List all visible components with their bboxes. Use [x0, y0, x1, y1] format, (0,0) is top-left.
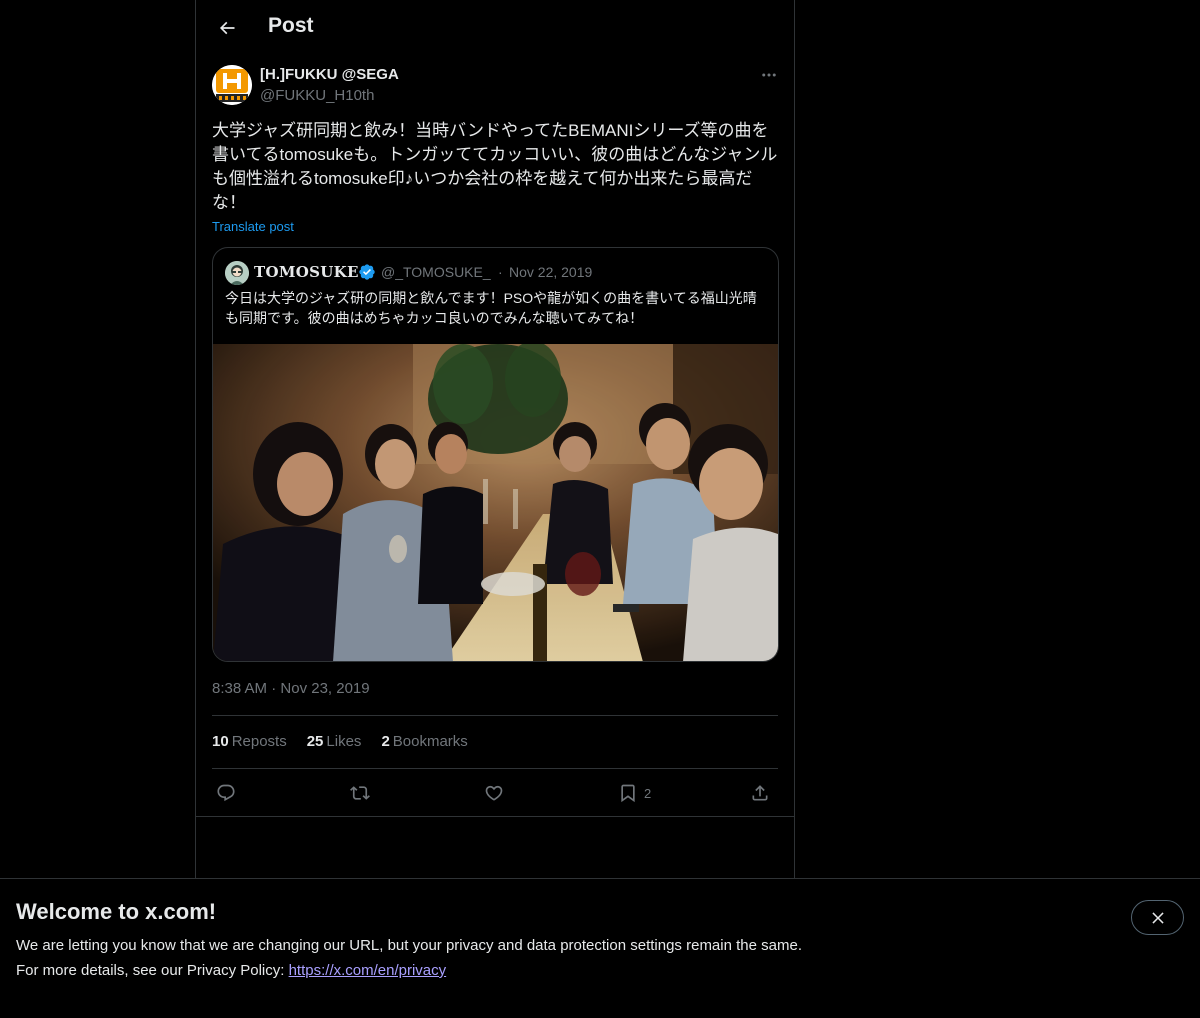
fukku-logo-icon — [212, 65, 252, 105]
likes-stat[interactable]: 25 Likes — [307, 733, 362, 750]
divider — [212, 715, 778, 716]
share-button[interactable] — [750, 778, 770, 808]
url-change-banner: Welcome to x.com! We are letting you kno… — [0, 878, 1200, 1018]
post-detail-column: Post [H.]FUKKU @SEGA @FUKKU_H10th 大学ジャズ研… — [195, 0, 795, 1018]
likes-label: Likes — [326, 733, 362, 750]
more-options-button[interactable] — [754, 64, 784, 86]
quote-author-avatar — [225, 261, 249, 285]
share-icon — [752, 785, 768, 801]
author-name[interactable]: [H.]FUKKU @SEGA — [260, 66, 399, 83]
divider — [196, 816, 794, 817]
heart-icon — [485, 785, 503, 801]
reply-icon — [217, 784, 235, 802]
quote-author-handle: @_TOMOSUKE_ — [381, 264, 491, 280]
quote-photo[interactable] — [213, 344, 778, 661]
translate-post-link[interactable]: Translate post — [212, 219, 294, 234]
arrow-left-icon — [219, 21, 235, 35]
post-timestamp[interactable]: 8:38 AM · Nov 23, 2019 — [212, 680, 370, 697]
bookmarks-label: Bookmarks — [392, 733, 468, 750]
author-handle[interactable]: @FUKKU_H10th — [260, 87, 374, 104]
quote-text: 今日は大学のジャズ研の同期と飲んでます！PSOや龍が如くの曲を書いてる福山光晴も… — [225, 290, 757, 326]
page-title: Post — [268, 14, 314, 37]
post-text: 大学ジャズ研同期と飲み！当時バンドやってたBEMANIシリーズ等の曲を書いてるt… — [212, 121, 778, 212]
banner-details-text: For more details, see our Privacy Policy… — [16, 962, 289, 979]
reposts-label: Reposts — [231, 733, 287, 750]
bookmarks-stat[interactable]: 2 Bookmarks — [381, 733, 467, 750]
timestamp-separator: · — [271, 680, 277, 697]
bookmark-icon — [621, 784, 635, 803]
banner-message: We are letting you know that we are chan… — [16, 937, 802, 954]
like-button[interactable] — [484, 778, 504, 808]
post-header: Post — [196, 0, 794, 55]
quote-date: Nov 22, 2019 — [509, 264, 593, 280]
verified-badge-icon — [359, 264, 375, 280]
divider — [212, 768, 778, 769]
reposts-stat[interactable]: 10 Reposts — [212, 733, 287, 750]
reposts-count: 10 — [212, 733, 229, 750]
quote-separator: · — [498, 264, 503, 280]
bookmarks-count: 2 — [381, 733, 390, 750]
bookmark-button[interactable]: 2 — [618, 778, 651, 808]
banner-close-button[interactable] — [1131, 900, 1184, 935]
post-date: Nov 23, 2019 — [280, 680, 370, 697]
quoted-post[interactable]: TOMOSUKE @_TOMOSUKE_ · Nov 22, 2019 今日は大… — [212, 247, 779, 662]
bookmark-count: 2 — [644, 785, 652, 801]
action-bar: 2 — [212, 778, 780, 808]
banner-title: Welcome to x.com! — [16, 899, 217, 924]
close-icon — [1151, 911, 1164, 924]
banner-details: For more details, see our Privacy Policy… — [16, 962, 446, 979]
post-time: 8:38 AM — [212, 680, 268, 697]
back-button[interactable] — [210, 11, 244, 45]
quote-author-name: TOMOSUKE — [254, 263, 359, 281]
post-stats: 10 Reposts 25 Likes 2 Bookmarks — [212, 733, 468, 750]
author-avatar[interactable] — [212, 65, 252, 105]
more-horizontal-icon — [762, 73, 776, 77]
likes-count: 25 — [306, 733, 324, 750]
privacy-policy-link[interactable]: https://x.com/en/privacy — [289, 962, 447, 979]
repost-button[interactable] — [350, 778, 370, 808]
repost-icon — [350, 786, 370, 800]
reply-button[interactable] — [216, 778, 236, 808]
